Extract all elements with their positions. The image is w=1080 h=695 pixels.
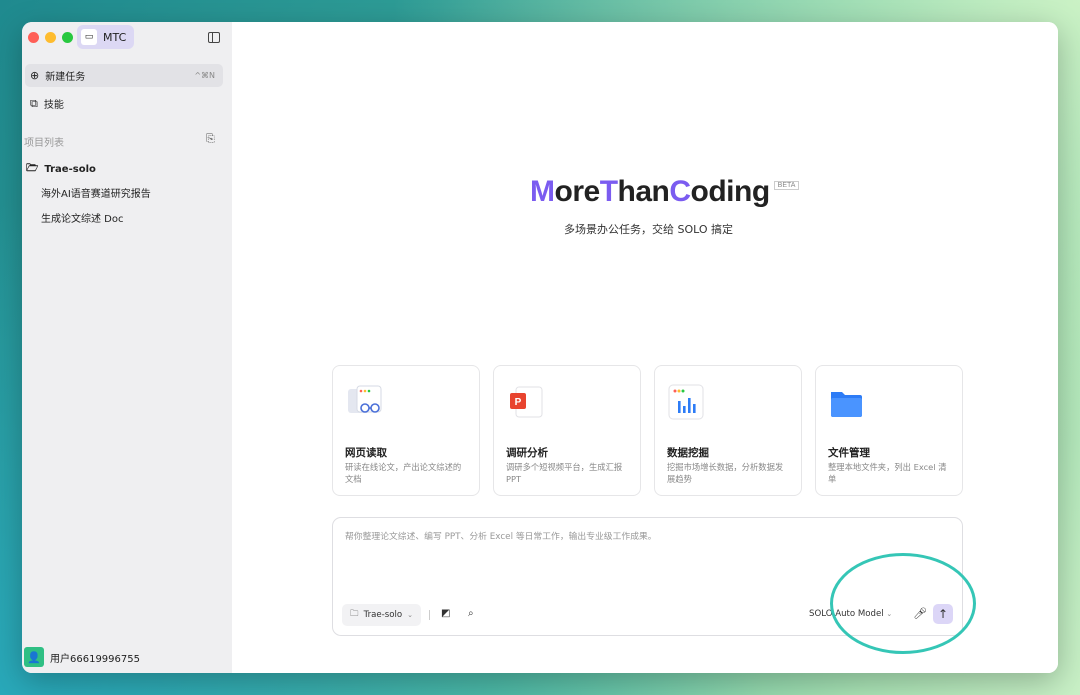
folder-icon: 🗀 — [350, 609, 359, 619]
folder-open-icon: 🗁 — [26, 163, 39, 174]
hero-title-m: M — [530, 175, 555, 208]
skills-icon: ⧉ — [30, 96, 38, 110]
hero-title-c: C — [669, 175, 691, 208]
hero-subtitle: 多场景办公任务，交给 SOLO 搞定 — [564, 223, 734, 236]
maximize-window-button[interactable] — [62, 32, 73, 43]
arrow-up-icon: ↑ — [937, 607, 949, 621]
ppt-icon: P — [506, 383, 546, 421]
close-window-button[interactable] — [28, 32, 39, 43]
microphone-icon[interactable]: 🎤︎ — [913, 607, 927, 620]
hero-title: More Than Coding BETA — [530, 175, 800, 209]
svg-text:P: P — [515, 397, 522, 408]
chart-icon — [667, 383, 707, 421]
card-description: 挖掘市场增长数据，分析数据发展趋势 — [667, 462, 784, 484]
skills-label: 技能 — [43, 100, 64, 111]
project-root[interactable]: 🗁 Trae-solo — [26, 161, 96, 178]
sidebar: ▭ MTC ⊕ 新建任务 ^⌘N ⧉ 技能 项目列表 ⎘ 🗁 Trae-solo… — [22, 22, 232, 673]
avatar: 👤 — [24, 647, 44, 667]
card-web-reading[interactable]: 网页读取 研读在线论文，产出论文综述的文档 — [332, 365, 480, 496]
beta-badge: BETA — [773, 181, 800, 190]
window-controls — [28, 32, 73, 43]
attachment-icon[interactable]: ⌕ — [468, 608, 474, 619]
skills-button[interactable]: ⧉ 技能 — [25, 92, 223, 115]
model-label: SOLO Auto Model — [809, 609, 884, 619]
new-folder-icon[interactable]: ⎘ — [206, 132, 215, 146]
main-panel: More Than Coding BETA 多场景办公任务，交给 SOLO 搞定… — [232, 22, 1058, 673]
folder-icon — [828, 383, 868, 421]
new-task-label: 新建任务 — [45, 72, 86, 83]
new-task-shortcut: ^⌘N — [194, 71, 215, 80]
card-title: 文件管理 — [828, 447, 870, 459]
hero-title-t: T — [599, 175, 618, 208]
project-select-label: Trae-solo — [363, 610, 403, 620]
user-name: 用户66619996755 — [50, 653, 140, 665]
card-title: 数据挖掘 — [667, 447, 709, 459]
card-data-mining[interactable]: 数据挖掘 挖掘市场增长数据，分析数据发展趋势 — [654, 365, 802, 496]
divider — [429, 610, 430, 620]
minimize-window-button[interactable] — [45, 32, 56, 43]
sidebar-toggle-icon[interactable] — [208, 32, 220, 43]
hero-title-han: han — [617, 175, 670, 208]
model-select[interactable]: SOLO Auto Model ⌄ — [809, 609, 892, 619]
card-description: 整理本地文件夹，列出 Excel 清单 — [828, 462, 947, 484]
new-task-button[interactable]: ⊕ 新建任务 ^⌘N — [25, 64, 223, 87]
card-title: 调研分析 — [506, 447, 548, 459]
app-window: ▭ MTC ⊕ 新建任务 ^⌘N ⧉ 技能 项目列表 ⎘ 🗁 Trae-solo… — [22, 22, 1058, 673]
composer-input[interactable]: 帮你整理论文综述、编写 PPT、分析 Excel 等日常工作，输出专业级工作成果… — [345, 529, 657, 542]
card-research[interactable]: P 调研分析 调研多个短视频平台，生成汇报PPT — [493, 365, 641, 496]
card-file-management[interactable]: 文件管理 整理本地文件夹，列出 Excel 清单 — [815, 365, 963, 496]
new-task-icon: ⊕ — [30, 69, 40, 82]
chevron-down-icon: ⌄ — [407, 611, 414, 619]
hero-title-oding: oding — [690, 175, 771, 208]
workspace-pill[interactable]: ▭ MTC — [77, 25, 135, 49]
card-description: 研读在线论文，产出论文综述的文档 — [345, 462, 462, 484]
card-title: 网页读取 — [345, 447, 387, 459]
user-profile[interactable]: 👤 用户66619996755 — [24, 647, 140, 667]
project-list-label: 项目列表 — [24, 138, 64, 149]
card-description: 调研多个短视频平台，生成汇报PPT — [506, 462, 623, 484]
workspace-label: MTC — [103, 30, 127, 44]
workspace-icon: ▭ — [81, 29, 97, 45]
project-item[interactable]: 生成论文综述 Doc — [41, 210, 124, 225]
composer[interactable]: 帮你整理论文综述、编写 PPT、分析 Excel 等日常工作，输出专业级工作成果… — [332, 517, 963, 636]
hero-title-ore: ore — [554, 175, 601, 208]
project-select[interactable]: 🗀 Trae-solo ⌄ — [342, 604, 422, 626]
web-reader-icon — [345, 383, 385, 421]
slash-command-icon[interactable]: ◩ — [441, 608, 450, 619]
project-name: Trae-solo — [44, 164, 96, 175]
project-item[interactable]: 海外AI语音赛道研究报告 — [41, 185, 151, 200]
chevron-down-icon: ⌄ — [886, 610, 893, 618]
send-button[interactable]: ↑ — [933, 604, 953, 624]
